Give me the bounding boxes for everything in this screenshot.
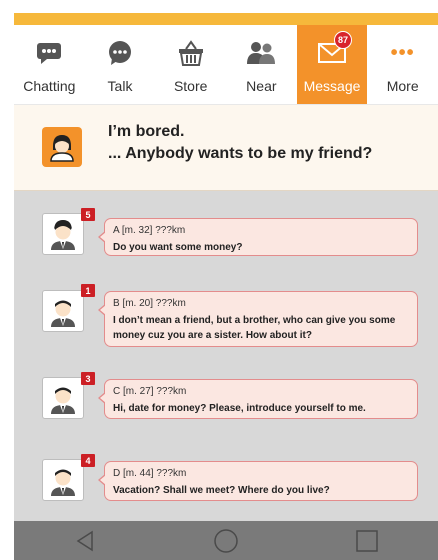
message-bubble[interactable]: B [m. 20] ???km I don’t mean a friend, b…	[98, 291, 418, 347]
store-icon	[171, 39, 211, 67]
unread-count: 3	[81, 372, 95, 385]
system-nav-bar	[14, 521, 438, 560]
tab-message[interactable]: 87 Message	[296, 25, 368, 104]
tab-label: Chatting	[23, 78, 76, 94]
tab-near[interactable]: Near	[226, 25, 297, 104]
my-post: I’m bored. ... Anybody wants to be my fr…	[14, 105, 438, 191]
sender-info: D [m. 44] ???km	[113, 468, 187, 479]
unread-count: 5	[81, 208, 95, 221]
message-text: I don’t mean a friend, but a brother, wh…	[113, 315, 396, 341]
back-icon[interactable]	[60, 526, 110, 556]
recents-icon[interactable]	[342, 526, 392, 556]
tab-label: Near	[246, 78, 277, 94]
message-bubble[interactable]: A [m. 32] ???km Do you want some money?	[98, 218, 418, 256]
sender-avatar-icon[interactable]	[42, 290, 84, 332]
user-avatar-icon	[42, 127, 82, 167]
sender-avatar-icon[interactable]	[42, 459, 84, 501]
tab-store[interactable]: Store	[155, 25, 226, 104]
tab-more[interactable]: ••• More	[367, 25, 438, 104]
message-badge: 87	[334, 31, 353, 49]
message-bubble[interactable]: C [m. 27] ???km Hi, date for money? Plea…	[98, 379, 418, 419]
sender-avatar-icon[interactable]	[42, 377, 84, 419]
near-icon	[241, 39, 281, 67]
home-icon[interactable]	[201, 526, 251, 556]
sender-info: B [m. 20] ???km	[113, 298, 186, 309]
chatting-icon	[29, 39, 69, 67]
unread-count: 1	[81, 284, 95, 297]
status-bar	[14, 13, 438, 25]
post-text: I’m bored. ... Anybody wants to be my fr…	[108, 121, 372, 165]
message-list: 5 A [m. 32] ???km Do you want some money…	[14, 191, 438, 521]
message-icon: 87	[312, 31, 353, 67]
message-bubble[interactable]: D [m. 44] ???km Vacation? Shall we meet?…	[98, 461, 418, 501]
tab-label: More	[386, 78, 419, 94]
message-text: Do you want some money?	[113, 242, 243, 253]
tab-label: Store	[173, 78, 208, 94]
tab-label: Message	[303, 78, 361, 94]
tab-bar: Chatting Talk Store Near 87 Message ••• …	[14, 25, 438, 105]
message-text: Hi, date for money? Please, introduce yo…	[113, 403, 366, 414]
sender-info: C [m. 27] ???km	[113, 386, 187, 397]
tab-talk[interactable]: Talk	[85, 25, 156, 104]
tab-chatting[interactable]: Chatting	[14, 25, 85, 104]
post-line-2: ... Anybody wants to be my friend?	[108, 145, 373, 162]
more-icon: •••	[390, 42, 415, 64]
post-line-1: I’m bored.	[108, 123, 185, 140]
talk-icon	[100, 39, 140, 67]
message-text: Vacation? Shall we meet? Where do you li…	[113, 485, 330, 496]
sender-info: A [m. 32] ???km	[113, 225, 186, 236]
sender-avatar-icon[interactable]	[42, 213, 84, 255]
tab-label: Talk	[107, 78, 133, 94]
unread-count: 4	[81, 454, 95, 467]
